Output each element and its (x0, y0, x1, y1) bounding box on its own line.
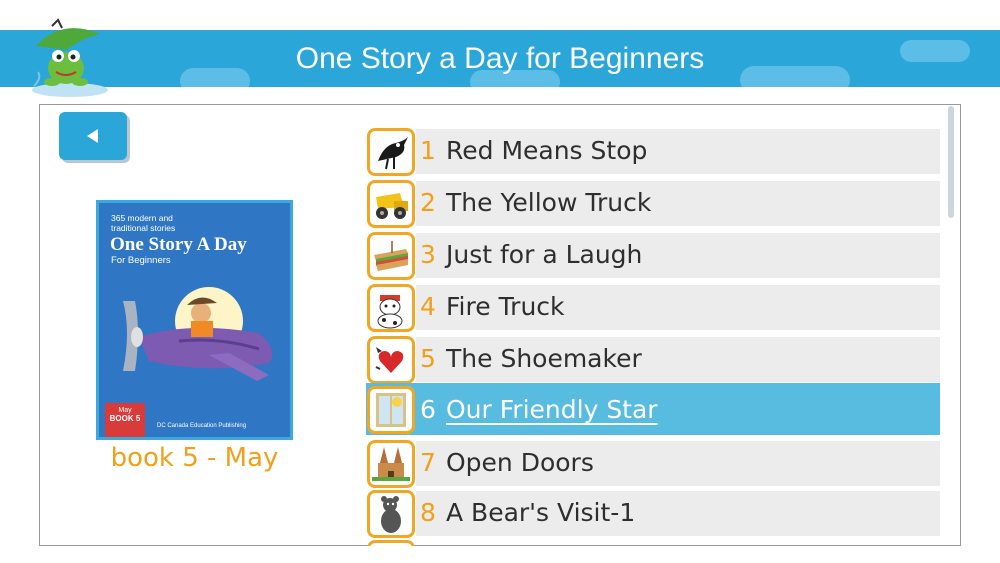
dalmatian-icon (377, 295, 403, 329)
story-thumbnail (367, 128, 415, 176)
book-cover[interactable]: 365 modern and traditional stories One S… (96, 200, 293, 440)
frog-logo-icon (32, 18, 108, 97)
story-title: The Yellow Truck (446, 188, 652, 217)
story-title: Open Doors (446, 448, 594, 477)
story-title: Just for a Laugh (446, 240, 643, 269)
cover-publisher: DC Canada Education Publishing (157, 423, 247, 429)
story-number: 8 (420, 498, 436, 527)
cover-tagline: 365 modern and traditional stories (111, 213, 176, 233)
story-title: Red Means Stop (446, 136, 648, 165)
story-number: 1 (420, 136, 436, 165)
church-icon (372, 447, 410, 481)
story-item[interactable]: 4 Fire Truck (366, 283, 940, 332)
story-item[interactable]: 7 Open Doors (366, 439, 940, 488)
story-number: 2 (420, 188, 436, 217)
header-bar: One Story a Day for Beginners (0, 30, 1000, 87)
back-arrow-icon (87, 129, 98, 143)
cover-badge-book: BOOK 5 (109, 414, 141, 423)
story-number: 6 (420, 395, 436, 424)
story-list: 1 Red Means Stop 2 The Yellow Truck 3 Ju… (366, 127, 940, 546)
bear-icon (381, 496, 401, 533)
back-button[interactable] (59, 112, 127, 160)
cover-badge-month: May (118, 407, 132, 414)
story-number: 7 (420, 448, 436, 477)
story-thumbnail (367, 386, 415, 434)
cover-title: One Story A Day (110, 234, 247, 255)
story-thumbnail (367, 180, 415, 228)
story-thumbnail (367, 440, 415, 488)
story-item-selected[interactable]: 6 Our Friendly Star (366, 383, 940, 435)
story-list-scrollbar[interactable] (948, 106, 954, 218)
crow-icon (378, 137, 408, 170)
cover-badge: May BOOK 5 (105, 403, 145, 437)
story-number: 4 (420, 292, 436, 321)
story-title: The Shoemaker (446, 344, 642, 373)
airplane-illustration-icon (123, 287, 273, 381)
story-thumbnail (367, 232, 415, 280)
story-thumbnail (367, 540, 415, 546)
story-thumbnail (367, 336, 415, 384)
top-margin (0, 0, 1000, 30)
story-title: A Bear's Visit-1 (446, 498, 636, 527)
story-item[interactable]: 5 The Shoemaker (366, 335, 940, 384)
story-item-partial[interactable] (366, 539, 940, 546)
story-number: 3 (420, 240, 436, 269)
window-sun-icon (376, 393, 406, 427)
story-title: Fire Truck (446, 292, 565, 321)
story-thumbnail (367, 490, 415, 538)
app-title: One Story a Day for Beginners (295, 42, 705, 75)
story-item[interactable]: 8 A Bear's Visit-1 (366, 489, 940, 538)
story-thumbnail (367, 284, 415, 332)
sandwich-icon (374, 241, 408, 271)
story-title[interactable]: Our Friendly Star (446, 392, 658, 428)
heart-icon (375, 347, 404, 373)
story-item[interactable]: 1 Red Means Stop (366, 127, 940, 176)
story-item[interactable]: 3 Just for a Laugh (366, 231, 940, 280)
book-label: book 5 - May (110, 443, 279, 473)
story-number: 5 (420, 344, 436, 373)
yellow-truck-icon (376, 193, 408, 219)
story-item[interactable]: 2 The Yellow Truck (366, 179, 940, 228)
cover-subtitle: For Beginners (111, 255, 171, 266)
